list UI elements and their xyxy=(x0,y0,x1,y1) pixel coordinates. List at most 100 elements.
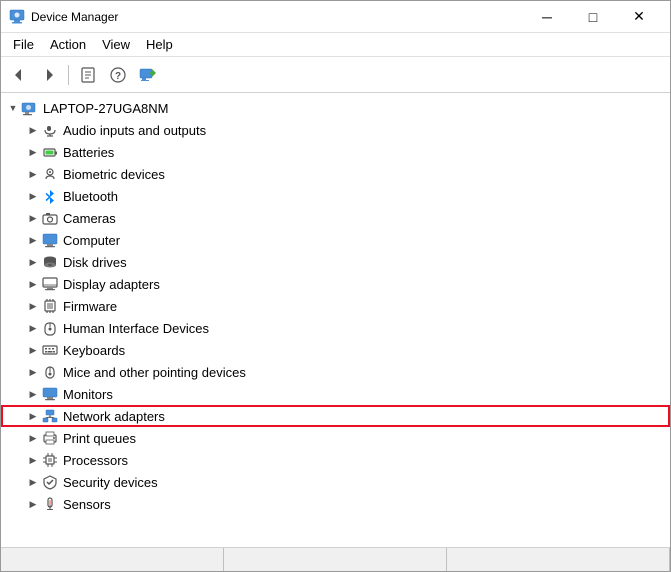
hid-icon xyxy=(41,319,59,337)
status-section-2 xyxy=(224,548,447,571)
bluetooth-label: Bluetooth xyxy=(63,189,118,204)
tree-item-disk[interactable]: Disk drives xyxy=(1,251,670,273)
help-button[interactable]: ? xyxy=(104,61,132,89)
monitors-icon xyxy=(41,385,59,403)
monitors-label: Monitors xyxy=(63,387,113,402)
keyboards-expand-arrow[interactable] xyxy=(25,342,41,358)
batteries-icon xyxy=(41,143,59,161)
audio-icon xyxy=(41,121,59,139)
biometric-expand-arrow[interactable] xyxy=(25,166,41,182)
network-icon xyxy=(41,407,59,425)
cameras-icon xyxy=(41,209,59,227)
status-section-1 xyxy=(1,548,224,571)
firmware-expand-arrow[interactable] xyxy=(25,298,41,314)
tree-item-print[interactable]: Print queues xyxy=(1,427,670,449)
properties-button[interactable] xyxy=(74,61,102,89)
root-label: LAPTOP-27UGA8NM xyxy=(43,101,168,116)
tree-item-processors[interactable]: Processors xyxy=(1,449,670,471)
tree-item-batteries[interactable]: Batteries xyxy=(1,141,670,163)
tree-item-mice[interactable]: Mice and other pointing devices xyxy=(1,361,670,383)
bluetooth-icon xyxy=(41,187,59,205)
device-manager-window: Device Manager ─ □ ✕ File Action View He… xyxy=(0,0,671,572)
close-button[interactable]: ✕ xyxy=(616,1,662,33)
back-button[interactable] xyxy=(5,61,33,89)
mice-icon xyxy=(41,363,59,381)
mice-label: Mice and other pointing devices xyxy=(63,365,246,380)
firmware-icon xyxy=(41,297,59,315)
tree-root[interactable]: LAPTOP-27UGA8NM xyxy=(1,97,670,119)
tree-item-computer[interactable]: Computer xyxy=(1,229,670,251)
display-label: Display adapters xyxy=(63,277,160,292)
network-expand-arrow[interactable] xyxy=(25,408,41,424)
maximize-button[interactable]: □ xyxy=(570,1,616,33)
computer-expand-arrow[interactable] xyxy=(25,232,41,248)
tree-item-cameras[interactable]: Cameras xyxy=(1,207,670,229)
security-expand-arrow[interactable] xyxy=(25,474,41,490)
menu-view[interactable]: View xyxy=(94,35,138,54)
tree-item-security[interactable]: Security devices xyxy=(1,471,670,493)
tree-item-audio[interactable]: Audio inputs and outputs xyxy=(1,119,670,141)
status-section-3 xyxy=(447,548,670,571)
menu-help[interactable]: Help xyxy=(138,35,181,54)
app-icon xyxy=(9,9,25,25)
batteries-label: Batteries xyxy=(63,145,114,160)
monitors-expand-arrow[interactable] xyxy=(25,386,41,402)
root-icon xyxy=(21,99,39,117)
minimize-button[interactable]: ─ xyxy=(524,1,570,33)
sensors-label: Sensors xyxy=(63,497,111,512)
cameras-expand-arrow[interactable] xyxy=(25,210,41,226)
status-bar xyxy=(1,547,670,571)
tree-item-biometric[interactable]: Biometric devices xyxy=(1,163,670,185)
tree-item-display[interactable]: Display adapters xyxy=(1,273,670,295)
disk-expand-arrow[interactable] xyxy=(25,254,41,270)
disk-icon xyxy=(41,253,59,271)
menu-file[interactable]: File xyxy=(5,35,42,54)
svg-text:?: ? xyxy=(115,71,121,82)
computer-label: Computer xyxy=(63,233,120,248)
print-expand-arrow[interactable] xyxy=(25,430,41,446)
keyboards-icon xyxy=(41,341,59,359)
processors-label: Processors xyxy=(63,453,128,468)
cameras-label: Cameras xyxy=(63,211,116,226)
mice-expand-arrow[interactable] xyxy=(25,364,41,380)
tree-item-sensors[interactable]: Sensors xyxy=(1,493,670,515)
hid-expand-arrow[interactable] xyxy=(25,320,41,336)
tree-item-firmware[interactable]: Firmware xyxy=(1,295,670,317)
tree-item-network[interactable]: Network adapters xyxy=(1,405,670,427)
keyboards-label: Keyboards xyxy=(63,343,125,358)
window-title: Device Manager xyxy=(31,10,524,24)
audio-label: Audio inputs and outputs xyxy=(63,123,206,138)
security-label: Security devices xyxy=(63,475,158,490)
processors-icon xyxy=(41,451,59,469)
device-tree[interactable]: LAPTOP-27UGA8NM Audio inputs and outputs xyxy=(1,93,670,547)
display-expand-arrow[interactable] xyxy=(25,276,41,292)
print-label: Print queues xyxy=(63,431,136,446)
sensors-expand-arrow[interactable] xyxy=(25,496,41,512)
disk-label: Disk drives xyxy=(63,255,127,270)
tree-item-bluetooth[interactable]: Bluetooth xyxy=(1,185,670,207)
tree-item-keyboards[interactable]: Keyboards xyxy=(1,339,670,361)
main-content: LAPTOP-27UGA8NM Audio inputs and outputs xyxy=(1,93,670,547)
update-driver-button[interactable] xyxy=(134,61,162,89)
bluetooth-expand-arrow[interactable] xyxy=(25,188,41,204)
forward-button[interactable] xyxy=(35,61,63,89)
display-icon xyxy=(41,275,59,293)
root-expand-arrow[interactable] xyxy=(5,100,21,116)
computer-icon xyxy=(41,231,59,249)
audio-expand-arrow[interactable] xyxy=(25,122,41,138)
biometric-label: Biometric devices xyxy=(63,167,165,182)
security-icon xyxy=(41,473,59,491)
biometric-icon xyxy=(41,165,59,183)
print-icon xyxy=(41,429,59,447)
firmware-label: Firmware xyxy=(63,299,117,314)
processors-expand-arrow[interactable] xyxy=(25,452,41,468)
toolbar-separator-1 xyxy=(68,65,69,85)
network-label: Network adapters xyxy=(63,409,165,424)
tree-item-monitors[interactable]: Monitors xyxy=(1,383,670,405)
batteries-expand-arrow[interactable] xyxy=(25,144,41,160)
menu-action[interactable]: Action xyxy=(42,35,94,54)
tree-item-hid[interactable]: Human Interface Devices xyxy=(1,317,670,339)
menu-bar: File Action View Help xyxy=(1,33,670,57)
toolbar: ? xyxy=(1,57,670,93)
hid-label: Human Interface Devices xyxy=(63,321,209,336)
